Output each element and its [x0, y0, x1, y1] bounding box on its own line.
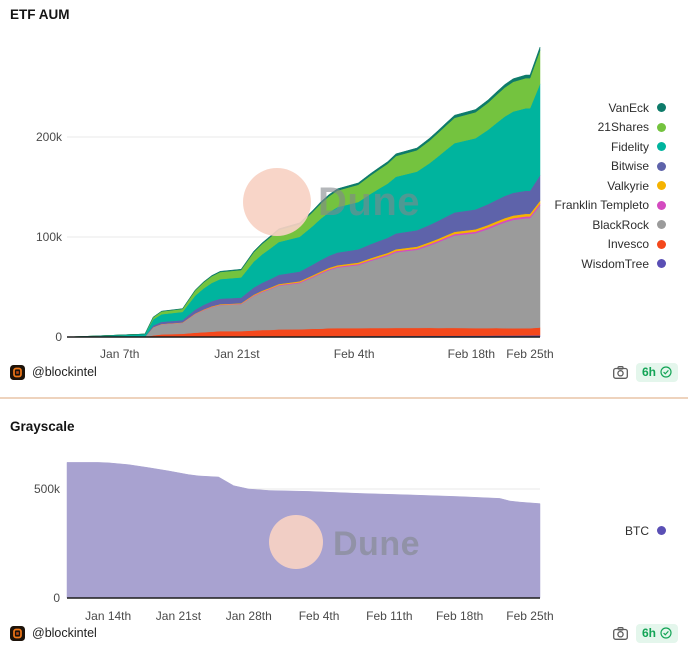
x-tick-label: Feb 18th: [436, 609, 483, 623]
legend-color-dot-icon: [657, 239, 666, 249]
legend-label: BlackRock: [592, 217, 649, 232]
x-tick-label: Feb 4th: [334, 347, 375, 361]
x-tick-label: Feb 25th: [506, 347, 553, 361]
x-tick-label: Jan 7th: [100, 347, 139, 361]
legend-label: VanEck: [608, 100, 649, 115]
x-tick-label: Jan 21st: [214, 347, 260, 361]
page-title-grayscale: Grayscale: [10, 419, 75, 434]
legend-item-vaneck[interactable]: VanEck: [609, 98, 666, 118]
x-tick-label: Feb 11th: [366, 609, 412, 623]
series-area-btc[interactable]: [66, 462, 541, 599]
x-tick-label: Feb 25th: [506, 609, 553, 623]
y-tick-label: 100k: [36, 230, 63, 244]
legend-item-wisdomtree[interactable]: WisdomTree: [581, 254, 666, 274]
legend-color-dot-icon: [657, 526, 666, 536]
legend-color-dot-icon: [657, 122, 666, 132]
author-handle-link[interactable]: @blockintel: [32, 626, 97, 640]
check-circle-icon: [660, 627, 672, 639]
page: { "watermark": { "text": "Dune" }, "card…: [0, 0, 688, 648]
check-circle-icon: [660, 366, 672, 378]
legend-item-valkyrie[interactable]: Valkyrie: [607, 176, 666, 196]
camera-icon[interactable]: [613, 365, 628, 379]
x-tick-label: Jan 28th: [226, 609, 272, 623]
x-tick-label: Jan 21st: [156, 609, 202, 623]
legend-color-dot-icon: [657, 259, 666, 269]
x-tick-label: Feb 18th: [448, 347, 495, 361]
refresh-age-text: 6h: [641, 626, 656, 640]
author-handle-link[interactable]: @blockintel: [32, 365, 97, 379]
legend-item-invesco[interactable]: Invesco: [608, 235, 666, 255]
refresh-age-text: 6h: [641, 365, 656, 379]
legend-item-21shares[interactable]: 21Shares: [598, 118, 666, 138]
legend-color-dot-icon: [657, 161, 666, 171]
page-title: ETF AUM: [10, 7, 70, 22]
refresh-age-badge[interactable]: 6h: [635, 362, 678, 382]
y-tick-label: 0: [55, 330, 62, 344]
legend-color-dot-icon: [657, 142, 666, 152]
x-tick-label: Jan 14th: [85, 609, 131, 623]
chart-card-etf-aum: ETF AUM Jan 7th Jan 21st Feb 4th Feb 18th Fe…: [0, 0, 688, 399]
legend-item-bitwise[interactable]: Bitwise: [611, 157, 666, 177]
legend-label: 21Shares: [597, 120, 649, 135]
grayscale-chart-area[interactable]: Jan 14th Jan 21st Jan 28th Feb 4th Feb 11th F…: [0, 399, 688, 648]
legend-item-franklin-templeto[interactable]: Franklin Templeto: [554, 196, 666, 216]
legend-item-btc[interactable]: BTC: [625, 521, 666, 541]
legend-label: Bitwise: [610, 159, 649, 174]
refresh-age-badge[interactable]: 6h: [635, 623, 678, 643]
legend-label: WisdomTree: [581, 256, 649, 271]
chart-footer: @blockintel 6h: [10, 623, 678, 643]
legend-label: BTC: [625, 523, 649, 538]
legend-label: Fidelity: [610, 139, 649, 154]
legend-item-fidelity[interactable]: Fidelity: [611, 137, 666, 157]
legend-label: Invesco: [607, 237, 649, 252]
chart-footer: @blockintel 6h: [10, 362, 678, 382]
legend-color-dot-icon: [657, 103, 666, 113]
y-tick-label: 0: [53, 591, 60, 605]
legend: BTC: [625, 521, 666, 541]
x-tick-label: Feb 4th: [299, 609, 340, 623]
legend-label: Valkyrie: [607, 178, 649, 193]
legend-color-dot-icon: [657, 220, 666, 230]
blockintel-avatar[interactable]: [10, 364, 25, 380]
blockintel-avatar[interactable]: [10, 625, 25, 641]
chart-card-grayscale: Grayscale Jan 14th Jan 21st Jan 28th Feb 4t…: [0, 399, 688, 648]
legend-color-dot-icon: [657, 181, 666, 191]
camera-icon[interactable]: [613, 626, 628, 640]
legend-item-blackrock[interactable]: BlackRock: [592, 215, 666, 235]
legend-color-dot-icon: [657, 200, 666, 210]
legend-label: Franklin Templeto: [554, 198, 650, 213]
legend: VanEck 21Shares Fidelity Bitwise Valkyrie Fra…: [554, 98, 666, 274]
y-tick-label: 500k: [34, 482, 61, 496]
y-tick-label: 200k: [36, 130, 63, 144]
